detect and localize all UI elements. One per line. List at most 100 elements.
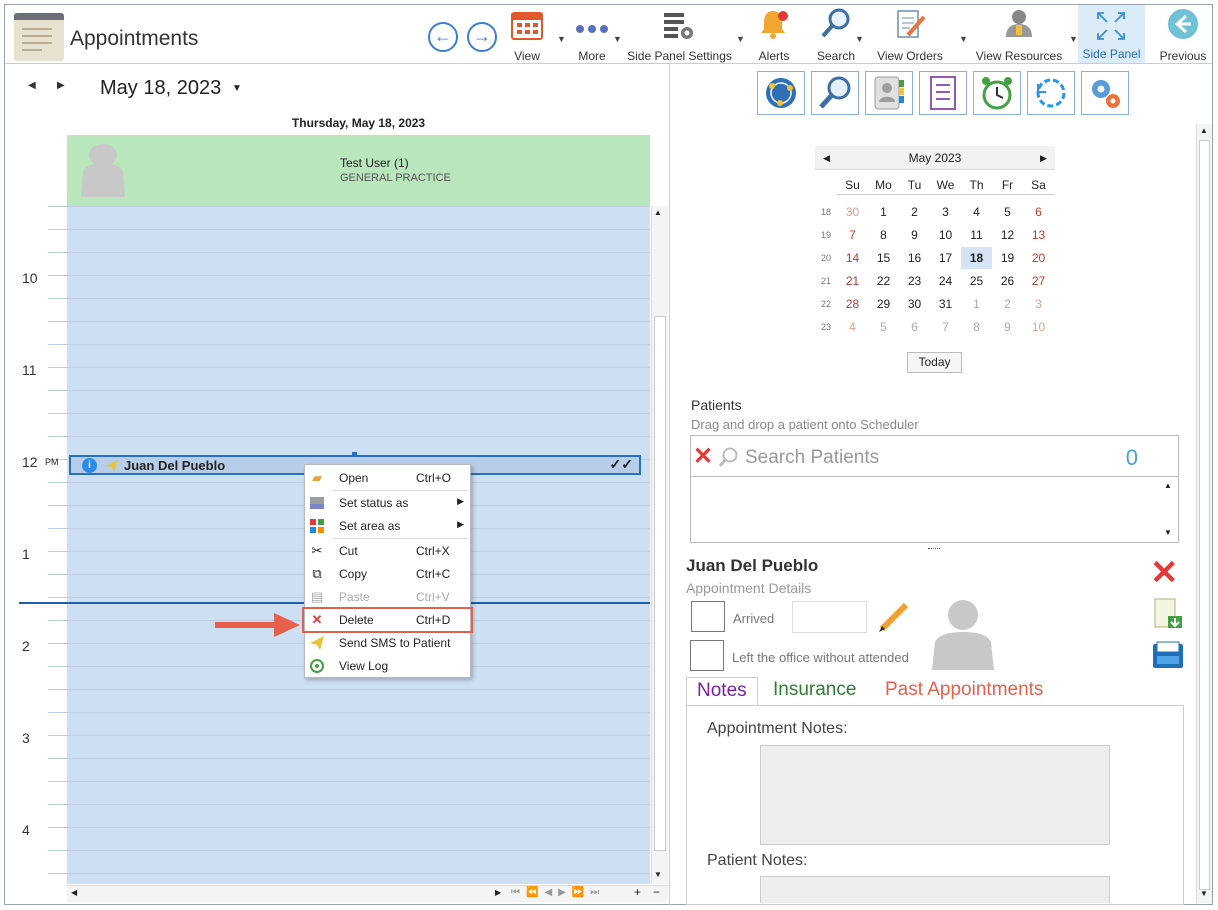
calendar-day[interactable]: 3 [930,201,961,223]
calendar-day[interactable]: 30 [899,293,930,315]
calendar-next-month-icon[interactable]: ▶ [1040,146,1047,170]
edit-pencil-icon[interactable] [876,600,912,634]
archive-tray-icon[interactable] [1151,640,1185,672]
forward-arrow-icon[interactable]: → [467,22,497,52]
menu-item-copy[interactable]: ⧉ Copy Ctrl+C [305,563,470,585]
scroll-left-icon[interactable]: ◀ [71,888,77,897]
side-scroll-up-icon[interactable]: ▲ [1200,126,1208,135]
menu-item-cut[interactable]: ✂ Cut Ctrl+X [305,540,470,562]
grid-horizontal-scrollbar[interactable]: ◀ ▶ ⏮⏪◀▶⏩⏭ + − [67,885,668,902]
patient-search-box[interactable]: ✕ Search Patients 0 [690,435,1179,477]
refresh-icon[interactable] [1027,71,1075,115]
settings-dropdown-caret-icon[interactable]: ▼ [736,34,745,44]
calendar-day[interactable]: 6 [1023,201,1054,223]
calendar-day[interactable]: 29 [868,293,899,315]
calendar-day[interactable]: 25 [961,270,992,292]
menu-item-set-area[interactable]: Set area as ▶ [305,515,470,537]
grid-scroll-thumb[interactable] [654,316,666,851]
alarm-clock-icon[interactable] [973,71,1021,115]
calendar-day[interactable]: 16 [899,247,930,269]
calendar-day[interactable]: 3 [1023,293,1054,315]
next-day-icon[interactable]: ▶ [57,80,65,91]
calendar-day[interactable]: 19 [992,247,1023,269]
calendar-day[interactable]: 20 [1023,247,1054,269]
splitter-grip[interactable] [928,548,940,550]
scroll-right-icon[interactable]: ▶ [495,888,501,897]
checklist-icon[interactable] [919,71,967,115]
patient-results-list[interactable]: ▲ ▼ [690,477,1179,543]
calendar-day[interactable]: 5 [868,316,899,338]
patient-notes-field[interactable] [760,876,1110,903]
orders-dropdown-caret-icon[interactable]: ▼ [959,34,968,44]
view-orders-button[interactable]: View Orders [870,9,950,65]
calendar-day[interactable]: 14 [837,247,868,269]
calendar-day[interactable]: 4 [961,201,992,223]
side-panel-button[interactable]: Side Panel [1078,5,1145,63]
network-globe-icon[interactable] [757,71,805,115]
calendar-day[interactable]: 5 [992,201,1023,223]
resource-header[interactable]: Test User (1) GENERAL PRACTICE [67,135,650,206]
more-button[interactable]: More [568,9,616,65]
search-dropdown-caret-icon[interactable]: ▼ [855,34,864,44]
calendar-day[interactable]: 1 [868,201,899,223]
find-magnifier-icon[interactable] [811,71,859,115]
scroll-down-icon[interactable]: ▼ [654,870,662,879]
calendar-day[interactable]: 28 [837,293,868,315]
export-document-icon[interactable] [1152,598,1184,630]
arrived-time-field[interactable] [792,601,867,633]
list-scroll-down-icon[interactable]: ▼ [1164,528,1172,537]
calendar-day[interactable]: 1 [961,293,992,315]
side-scroll-thumb[interactable] [1199,140,1210,890]
previous-button[interactable]: Previous [1155,9,1211,65]
calendar-day[interactable]: 2 [992,293,1023,315]
view-button[interactable]: View [505,9,549,65]
calendar-day[interactable]: 12 [992,224,1023,246]
more-dropdown-caret-icon[interactable]: ▼ [613,34,622,44]
calendar-day[interactable]: 21 [837,270,868,292]
calendar-day[interactable]: 8 [868,224,899,246]
calendar-day[interactable]: 7 [930,316,961,338]
patient-card-icon[interactable] [865,71,913,115]
tab-insurance[interactable]: Insurance [763,677,866,706]
delete-appointment-icon[interactable]: ✕ [1150,556,1179,590]
zoom-out-icon[interactable]: − [653,885,660,899]
tab-past-appointments[interactable]: Past Appointments [875,677,1053,706]
view-resources-button[interactable]: View Resources [971,9,1067,65]
resources-dropdown-caret-icon[interactable]: ▼ [1069,34,1078,44]
page-nav-icons[interactable]: ⏮⏪◀▶⏩⏭ [511,887,605,898]
calendar-day[interactable]: 24 [930,270,961,292]
calendar-day[interactable]: 4 [837,316,868,338]
today-button[interactable]: Today [907,352,962,373]
left-office-checkbox[interactable] [690,640,724,671]
zoom-in-icon[interactable]: + [634,885,641,899]
appointment-resize-handle[interactable] [352,452,357,456]
calendar-day[interactable]: 2 [899,201,930,223]
patient-search-input[interactable]: Search Patients [745,447,879,469]
current-date[interactable]: May 18, 2023 [100,77,221,100]
calendar-day[interactable]: 26 [992,270,1023,292]
calendar-day[interactable]: 10 [930,224,961,246]
calendar-day[interactable]: 8 [961,316,992,338]
calendar-day[interactable]: 7 [837,224,868,246]
calendar-day[interactable]: 15 [868,247,899,269]
menu-item-set-status[interactable]: Set status as ▶ [305,492,470,514]
menu-item-send-sms[interactable]: Send SMS to Patient [305,632,470,654]
search-button[interactable]: Search [811,8,861,65]
side-panel-settings-button[interactable]: Side Panel Settings [622,9,737,65]
menu-item-open[interactable]: ▰ Open Ctrl+O [305,467,470,489]
calendar-day[interactable]: 18 [961,247,992,269]
appointment-notes-field[interactable] [760,745,1110,845]
calendar-day[interactable]: 30 [837,201,868,223]
calendar-day[interactable]: 10 [1023,316,1054,338]
calendar-day[interactable]: 9 [899,224,930,246]
back-arrow-icon[interactable]: ← [428,22,458,52]
calendar-day[interactable]: 9 [992,316,1023,338]
scroll-up-icon[interactable]: ▲ [654,208,662,217]
side-panel-scrollbar[interactable]: ▲ ▼ [1196,124,1212,903]
prev-day-icon[interactable]: ◀ [28,80,36,91]
side-scroll-down-icon[interactable]: ▼ [1200,889,1208,898]
calendar-day[interactable]: 17 [930,247,961,269]
gears-settings-icon[interactable] [1081,71,1129,115]
date-dropdown-icon[interactable]: ▼ [232,83,242,94]
calendar-day[interactable]: 6 [899,316,930,338]
